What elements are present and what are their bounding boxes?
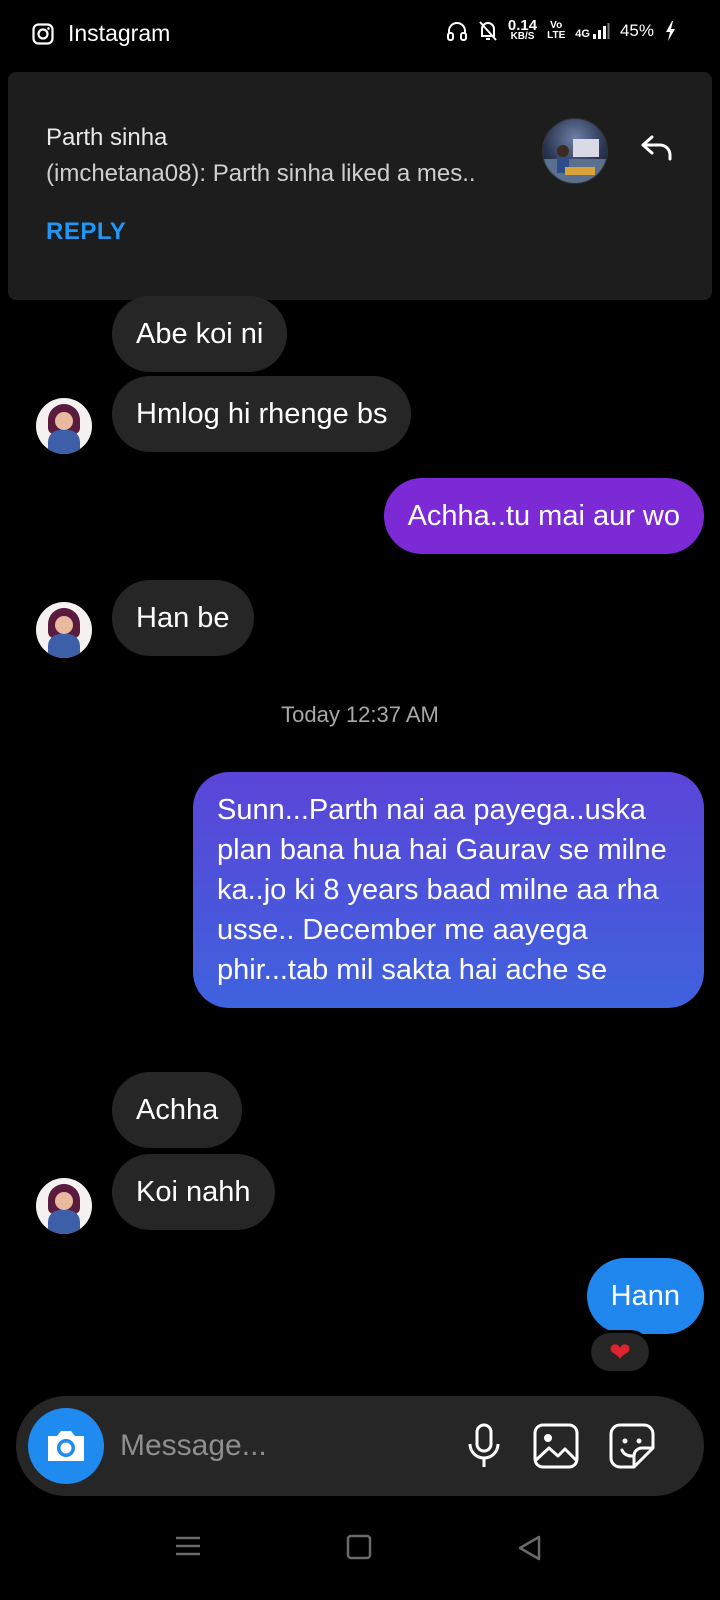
contact-avatar[interactable]	[36, 602, 92, 658]
charging-icon	[666, 21, 675, 41]
volte-bottom: LTE	[547, 30, 566, 41]
headphones-icon	[446, 22, 467, 41]
microphone-icon[interactable]	[464, 1422, 504, 1470]
status-indicators: 0.14 KB/S Vo LTE 4G 45%	[446, 17, 676, 42]
status-app-name: Instagram	[68, 20, 171, 46]
message-bubble-incoming[interactable]: Achha	[112, 1072, 243, 1148]
message-bubble-incoming[interactable]: Hmlog hi rhenge bs	[112, 376, 412, 452]
volte-indicator: Vo LTE	[547, 21, 565, 41]
back-icon[interactable]	[516, 1534, 542, 1562]
notification-card[interactable]: Parth sinha (imchetana08): Parth sinha l…	[8, 72, 712, 300]
home-icon[interactable]	[346, 1534, 372, 1560]
message-bubble-incoming[interactable]: Abe koi ni	[112, 296, 288, 372]
chat-timestamp: Today 12:37 AM	[281, 702, 439, 727]
gallery-icon[interactable]	[532, 1422, 580, 1470]
sticker-icon[interactable]	[608, 1422, 656, 1470]
notification-avatar	[542, 118, 608, 184]
message-bubble-outgoing[interactable]: Sunn...Parth nai aa payega..uska plan ba…	[193, 772, 704, 1008]
message-input[interactable]	[120, 1422, 440, 1470]
net-speed-value: 0.14	[507, 17, 538, 34]
camera-icon	[48, 1431, 84, 1461]
heart-icon: ❤	[609, 1336, 631, 1367]
camera-button[interactable]	[28, 1408, 104, 1484]
message-bubble-outgoing[interactable]: Achha..tu mai aur wo	[383, 478, 704, 554]
reply-arrow-icon[interactable]	[640, 134, 674, 162]
status-app: Instagram	[32, 20, 170, 47]
instagram-icon	[32, 22, 54, 45]
signal-icon	[592, 23, 610, 39]
net-speed-unit: KB/S	[510, 31, 535, 42]
net-speed: 0.14 KB/S	[507, 17, 538, 42]
avatar-photo-icon	[543, 139, 607, 183]
contact-avatar[interactable]	[36, 1178, 92, 1234]
message-bubble-incoming[interactable]: Han be	[112, 580, 254, 656]
bell-off-icon	[479, 21, 497, 41]
signal-indicator: 4G	[575, 22, 610, 40]
battery-percent: 45%	[619, 21, 654, 40]
message-bubble-incoming[interactable]: Koi nahh	[112, 1154, 275, 1230]
message-bubble-outgoing[interactable]: Hann	[586, 1258, 704, 1334]
status-bar: Instagram 0.14 KB/S Vo LTE 4G 45%	[0, 0, 720, 72]
heart-reaction[interactable]: ❤	[588, 1330, 652, 1374]
message-composer	[16, 1396, 704, 1496]
network-type: 4G	[575, 28, 590, 40]
notification-sender: Parth sinha	[46, 124, 168, 151]
system-navbar	[0, 1500, 720, 1600]
notification-text: (imchetana08): Parth sinha liked a mes..	[46, 160, 476, 187]
menu-icon[interactable]	[174, 1534, 202, 1558]
notification-reply-button[interactable]: REPLY	[46, 218, 126, 246]
contact-avatar[interactable]	[36, 398, 92, 454]
